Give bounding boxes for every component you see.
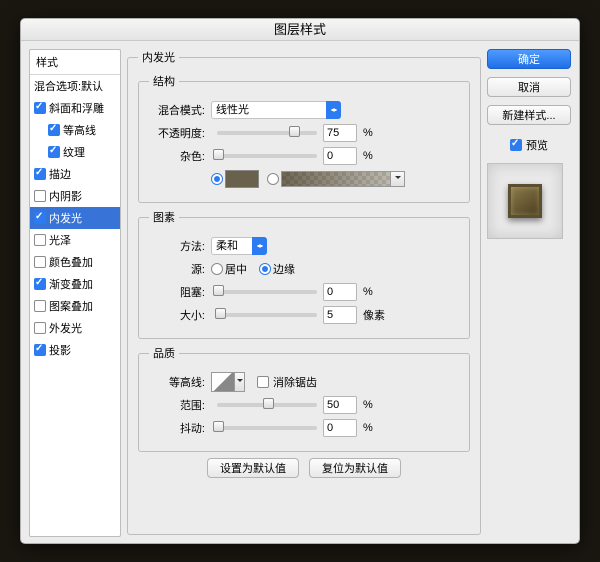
style-item-gradient-overlay[interactable]: 渐变叠加 [30, 273, 120, 295]
inner-glow-checkbox[interactable] [34, 212, 46, 224]
size-unit: 像素 [363, 307, 385, 323]
quality-fieldset: 品质 等高线: 消除锯齿 范围: % [138, 345, 470, 452]
contour-picker[interactable] [211, 372, 235, 392]
jitter-input[interactable] [323, 419, 357, 437]
range-input[interactable] [323, 396, 357, 414]
source-edge-label: 边缘 [273, 261, 295, 277]
source-center-label: 居中 [225, 261, 247, 277]
preview-thumbnail [487, 163, 563, 239]
technique-label: 方法: [149, 238, 205, 254]
inner-shadow-checkbox[interactable] [34, 190, 46, 202]
new-style-button[interactable]: 新建样式... [487, 105, 571, 125]
size-input[interactable] [323, 306, 357, 324]
source-label: 源: [149, 261, 205, 277]
style-item-pattern-overlay[interactable]: 图案叠加 [30, 295, 120, 317]
blend-mode-label: 混合模式: [149, 102, 205, 118]
style-item-drop-shadow[interactable]: 投影 [30, 339, 120, 361]
layer-style-dialog: 图层样式 样式 混合选项:默认 斜面和浮雕 等高线 纹理 描边 内阴影 内发光 … [20, 18, 580, 544]
choke-label: 阻塞: [149, 284, 205, 300]
side-buttons: 确定 取消 新建样式... 预览 [487, 49, 571, 537]
reset-default-button[interactable]: 复位为默认值 [309, 458, 401, 478]
technique-combo[interactable]: 柔和 [211, 237, 267, 255]
contour-dropdown[interactable] [235, 372, 245, 392]
quality-legend: 品质 [149, 345, 179, 361]
styles-header[interactable]: 样式 [30, 50, 120, 75]
source-edge-radio[interactable] [259, 263, 271, 275]
gradient-preview[interactable] [281, 171, 391, 187]
structure-legend: 结构 [149, 73, 179, 89]
choke-slider[interactable] [217, 290, 317, 294]
style-item-color-overlay[interactable]: 颜色叠加 [30, 251, 120, 273]
blend-options-label: 混合选项:默认 [34, 78, 103, 94]
dialog-content: 样式 混合选项:默认 斜面和浮雕 等高线 纹理 描边 内阴影 内发光 光泽 颜色… [21, 41, 579, 544]
contour-checkbox[interactable] [48, 124, 60, 136]
glow-color-well[interactable] [225, 170, 259, 188]
blend-mode-combo[interactable]: 线性光 [211, 101, 341, 119]
gradient-dropdown[interactable] [391, 171, 405, 187]
outer-glow-checkbox[interactable] [34, 322, 46, 334]
technique-select[interactable]: 柔和 [211, 237, 267, 255]
preview-swatch [508, 184, 542, 218]
main-panel: 内发光 结构 混合模式: 线性光 不透明度: % 杂色: [127, 49, 481, 537]
antialias-checkbox[interactable] [257, 376, 269, 388]
pattern-overlay-checkbox[interactable] [34, 300, 46, 312]
style-item-texture[interactable]: 纹理 [30, 141, 120, 163]
noise-label: 杂色: [149, 148, 205, 164]
ok-button[interactable]: 确定 [487, 49, 571, 69]
inner-glow-legend: 内发光 [138, 49, 179, 65]
blend-options-row[interactable]: 混合选项:默认 [30, 75, 120, 97]
opacity-unit: % [363, 127, 373, 139]
contour-label: 等高线: [149, 374, 205, 390]
elements-legend: 图素 [149, 209, 179, 225]
style-item-inner-shadow[interactable]: 内阴影 [30, 185, 120, 207]
inner-glow-fieldset: 内发光 结构 混合模式: 线性光 不透明度: % 杂色: [127, 49, 481, 535]
style-item-contour[interactable]: 等高线 [30, 119, 120, 141]
stroke-checkbox[interactable] [34, 168, 46, 180]
noise-unit: % [363, 150, 373, 162]
antialias-label: 消除锯齿 [273, 374, 317, 390]
make-default-button[interactable]: 设置为默认值 [207, 458, 299, 478]
range-label: 范围: [149, 397, 205, 413]
opacity-slider[interactable] [217, 131, 317, 135]
size-slider[interactable] [217, 313, 317, 317]
drop-shadow-checkbox[interactable] [34, 344, 46, 356]
choke-unit: % [363, 286, 373, 298]
style-item-inner-glow[interactable]: 内发光 [30, 207, 120, 229]
jitter-unit: % [363, 422, 373, 434]
cancel-button[interactable]: 取消 [487, 77, 571, 97]
color-overlay-checkbox[interactable] [34, 256, 46, 268]
gradient-overlay-checkbox[interactable] [34, 278, 46, 290]
choke-input[interactable] [323, 283, 357, 301]
range-slider[interactable] [217, 403, 317, 407]
style-item-outer-glow[interactable]: 外发光 [30, 317, 120, 339]
jitter-label: 抖动: [149, 420, 205, 436]
dialog-title: 图层样式 [21, 19, 579, 41]
satin-checkbox[interactable] [34, 234, 46, 246]
style-item-bevel[interactable]: 斜面和浮雕 [30, 97, 120, 119]
jitter-slider[interactable] [217, 426, 317, 430]
noise-slider[interactable] [217, 154, 317, 158]
structure-fieldset: 结构 混合模式: 线性光 不透明度: % 杂色: [138, 73, 470, 203]
style-item-stroke[interactable]: 描边 [30, 163, 120, 185]
opacity-label: 不透明度: [149, 125, 205, 141]
noise-input[interactable] [323, 147, 357, 165]
range-unit: % [363, 399, 373, 411]
styles-list: 样式 混合选项:默认 斜面和浮雕 等高线 纹理 描边 内阴影 内发光 光泽 颜色… [29, 49, 121, 537]
bevel-checkbox[interactable] [34, 102, 46, 114]
elements-fieldset: 图素 方法: 柔和 源: 居中 边缘 阻塞: [138, 209, 470, 339]
texture-checkbox[interactable] [48, 146, 60, 158]
preview-checkbox[interactable] [510, 139, 522, 151]
opacity-input[interactable] [323, 124, 357, 142]
source-center-radio[interactable] [211, 263, 223, 275]
preview-label: 预览 [526, 137, 548, 153]
size-label: 大小: [149, 307, 205, 323]
color-type-solid-radio[interactable] [211, 173, 223, 185]
blend-mode-select[interactable]: 线性光 [211, 101, 341, 119]
style-item-satin[interactable]: 光泽 [30, 229, 120, 251]
color-type-gradient-radio[interactable] [267, 173, 279, 185]
